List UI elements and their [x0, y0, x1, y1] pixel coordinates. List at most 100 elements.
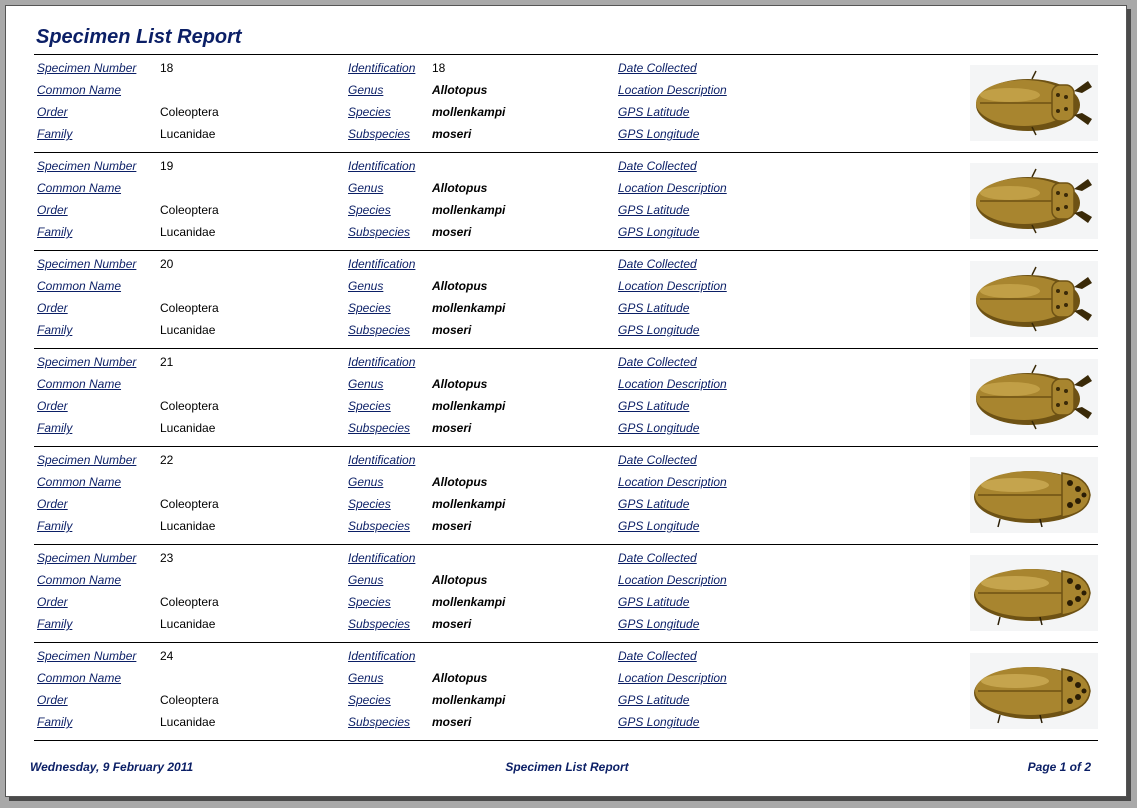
value-order: Coleoptera [160, 105, 219, 119]
label-gps-latitude: GPS Latitude [618, 105, 690, 119]
specimen-photo [970, 261, 1098, 337]
label-specimen-number: Specimen Number [37, 257, 137, 271]
value-order: Coleoptera [160, 497, 219, 511]
label-gps-longitude: GPS Longitude [618, 617, 700, 631]
value-specimen-number: 20 [160, 257, 174, 271]
label-common-name: Common Name [37, 475, 122, 489]
value-genus: Allotopus [432, 377, 488, 391]
footer-title: Specimen List Report [505, 760, 629, 774]
label-gps-latitude: GPS Latitude [618, 595, 690, 609]
value-subspecies: moseri [432, 617, 472, 631]
specimen-record: Specimen Number 19 Common Name Order Col… [34, 153, 1098, 251]
label-family: Family [37, 323, 73, 337]
label-date-collected: Date Collected [618, 453, 697, 467]
label-species: Species [348, 203, 391, 217]
stag-beetle-icon [976, 70, 1092, 136]
value-family: Lucanidae [160, 519, 216, 533]
label-date-collected: Date Collected [618, 159, 697, 173]
label-common-name: Common Name [37, 377, 122, 391]
label-family: Family [37, 421, 73, 435]
stag-beetle-icon [976, 266, 1092, 332]
label-identification: Identification [348, 61, 416, 75]
label-specimen-number: Specimen Number [37, 453, 137, 467]
label-identification: Identification [348, 551, 416, 565]
label-location-description: Location Description [618, 279, 727, 293]
value-subspecies: moseri [432, 323, 472, 337]
label-genus: Genus [348, 671, 384, 685]
value-genus: Allotopus [432, 83, 488, 97]
label-date-collected: Date Collected [618, 257, 697, 271]
value-specimen-number: 21 [160, 355, 174, 369]
specimen-photo [970, 359, 1098, 435]
label-subspecies: Subspecies [348, 127, 411, 141]
stag-beetle-icon [976, 168, 1092, 234]
label-species: Species [348, 105, 391, 119]
label-subspecies: Subspecies [348, 617, 411, 631]
report-page: Specimen List Report Specimen Number 18 … [5, 5, 1127, 797]
specimen-record: Specimen Number 23 Common Name Order Col… [34, 545, 1098, 643]
label-species: Species [348, 595, 391, 609]
label-location-description: Location Description [618, 573, 727, 587]
label-location-description: Location Description [618, 83, 727, 97]
label-specimen-number: Specimen Number [37, 159, 137, 173]
value-subspecies: moseri [432, 127, 472, 141]
label-date-collected: Date Collected [618, 551, 697, 565]
label-common-name: Common Name [37, 279, 122, 293]
value-species: mollenkampi [432, 399, 506, 413]
scarab-beetle-icon [974, 471, 1091, 528]
label-gps-longitude: GPS Longitude [618, 715, 700, 729]
label-gps-longitude: GPS Longitude [618, 323, 700, 337]
label-subspecies: Subspecies [348, 421, 411, 435]
label-subspecies: Subspecies [348, 323, 411, 337]
label-location-description: Location Description [618, 671, 727, 685]
label-date-collected: Date Collected [618, 649, 697, 663]
label-common-name: Common Name [37, 573, 122, 587]
label-specimen-number: Specimen Number [37, 649, 137, 663]
label-order: Order [37, 595, 68, 609]
label-subspecies: Subspecies [348, 519, 411, 533]
label-species: Species [348, 497, 391, 511]
label-gps-latitude: GPS Latitude [618, 693, 690, 707]
value-family: Lucanidae [160, 617, 216, 631]
specimen-record: Specimen Number 18 Common Name Order Col… [34, 55, 1098, 153]
label-order: Order [37, 203, 68, 217]
label-gps-latitude: GPS Latitude [618, 301, 690, 315]
label-identification: Identification [348, 159, 416, 173]
label-location-description: Location Description [618, 377, 727, 391]
label-date-collected: Date Collected [618, 61, 697, 75]
value-genus: Allotopus [432, 181, 488, 195]
value-species: mollenkampi [432, 203, 506, 217]
label-common-name: Common Name [37, 181, 122, 195]
report-title: Specimen List Report [36, 26, 242, 48]
label-identification: Identification [348, 355, 416, 369]
specimen-photo [970, 163, 1098, 239]
value-identification: 18 [432, 61, 446, 75]
label-genus: Genus [348, 279, 384, 293]
specimen-photo [970, 457, 1098, 533]
value-specimen-number: 23 [160, 551, 174, 565]
value-subspecies: moseri [432, 225, 472, 239]
label-order: Order [37, 497, 68, 511]
record-list: Specimen Number 18 Common Name Order Col… [34, 55, 1098, 741]
value-family: Lucanidae [160, 421, 216, 435]
label-genus: Genus [348, 181, 384, 195]
specimen-record: Specimen Number 21 Common Name Order Col… [34, 349, 1098, 447]
specimen-photo [970, 555, 1098, 631]
value-species: mollenkampi [432, 595, 506, 609]
label-identification: Identification [348, 257, 416, 271]
label-species: Species [348, 399, 391, 413]
value-family: Lucanidae [160, 323, 216, 337]
label-family: Family [37, 617, 73, 631]
label-genus: Genus [348, 573, 384, 587]
label-family: Family [37, 225, 73, 239]
label-order: Order [37, 693, 68, 707]
value-order: Coleoptera [160, 203, 219, 217]
scarab-beetle-icon [974, 667, 1091, 724]
value-subspecies: moseri [432, 715, 472, 729]
label-common-name: Common Name [37, 671, 122, 685]
value-species: mollenkampi [432, 301, 506, 315]
value-specimen-number: 24 [160, 649, 174, 663]
value-family: Lucanidae [160, 127, 216, 141]
value-family: Lucanidae [160, 225, 216, 239]
value-genus: Allotopus [432, 671, 488, 685]
